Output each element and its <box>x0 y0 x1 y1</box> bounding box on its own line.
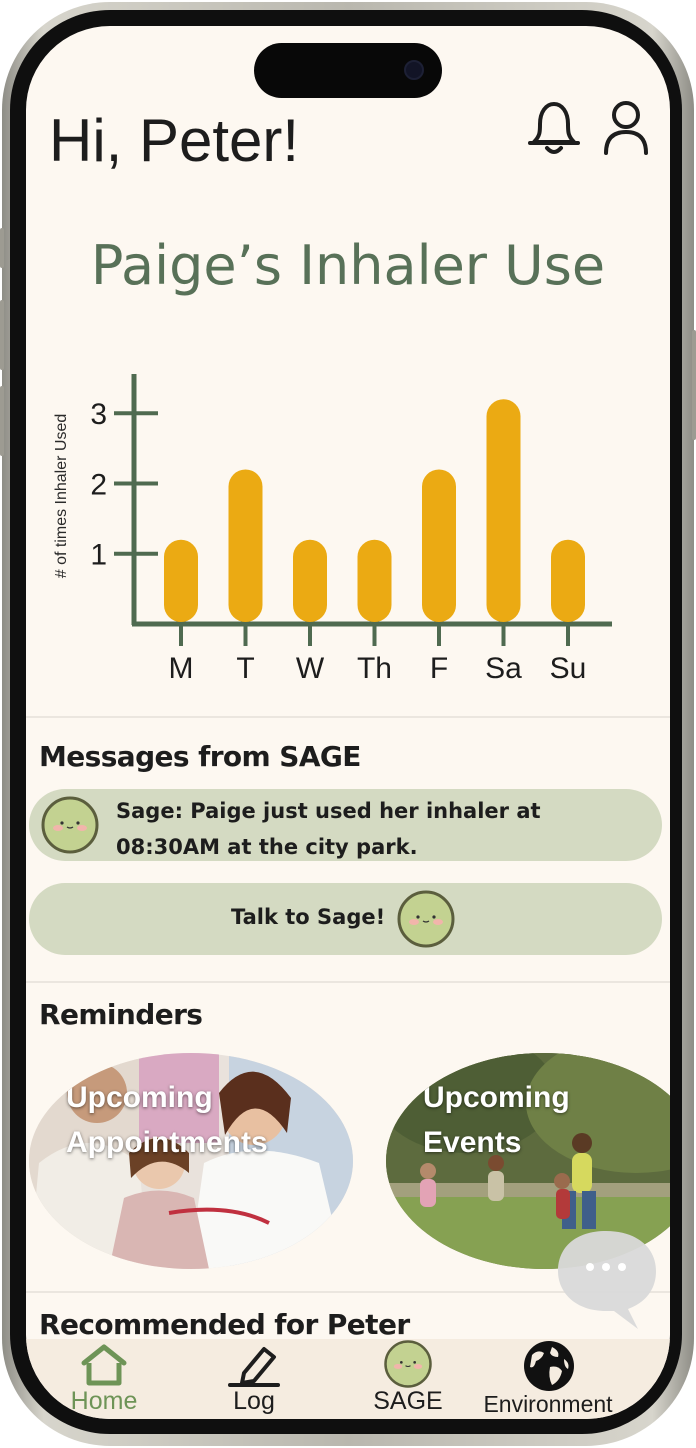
chat-bubble-icon[interactable] <box>556 1227 660 1338</box>
x-tick-label: F <box>430 652 448 685</box>
x-tick-label: M <box>169 652 194 685</box>
x-tick-label: Su <box>550 652 587 685</box>
divider <box>26 981 670 983</box>
nav-sage[interactable]: SAGE <box>358 1339 458 1419</box>
x-tick-label: T <box>236 652 254 685</box>
nav-home-label: Home <box>70 1387 138 1415</box>
appointments-label-line1: Upcoming <box>66 1081 213 1114</box>
x-tick-label: Th <box>357 652 392 685</box>
reminders-heading: Reminders <box>39 998 203 1031</box>
bell-icon[interactable] <box>526 98 582 163</box>
pencil-icon <box>228 1347 280 1387</box>
sage-avatar-icon <box>397 890 455 948</box>
y-tick-label: 2 <box>90 468 107 501</box>
divider <box>26 716 670 718</box>
nav-log-label: Log <box>233 1387 275 1415</box>
bar <box>486 399 521 622</box>
events-label-line1: Upcoming <box>423 1081 570 1114</box>
appointments-label: Upcoming Appointments <box>66 1075 268 1165</box>
sage-avatar-icon <box>384 1340 432 1388</box>
messages-heading: Messages from SAGE <box>39 740 361 773</box>
y-tick-label: 1 <box>90 539 107 572</box>
events-label: Upcoming Events <box>423 1075 570 1165</box>
side-button <box>692 330 696 440</box>
nav-log[interactable]: Log <box>204 1339 304 1419</box>
events-label-line2: Events <box>423 1126 522 1159</box>
bar <box>228 469 263 622</box>
greeting-title: Hi, Peter! <box>49 107 300 174</box>
x-tick-label: W <box>296 652 325 685</box>
recommended-heading: Recommended for Peter <box>39 1308 410 1341</box>
globe-icon <box>524 1341 574 1391</box>
nav-sage-label: SAGE <box>373 1387 443 1415</box>
side-button <box>0 228 4 268</box>
talk-to-sage-button[interactable]: Talk to Sage! <box>29 883 662 955</box>
bottom-nav: Home Log SAGE Environment <box>26 1339 670 1419</box>
bar <box>422 469 456 622</box>
x-tick-label: Sa <box>485 652 522 685</box>
talk-to-sage-label: Talk to Sage! <box>231 905 386 929</box>
camera-icon <box>404 60 424 80</box>
nav-home[interactable]: Home <box>54 1339 154 1419</box>
y-tick-label: 3 <box>90 398 107 431</box>
nav-environment-label: Environment <box>483 1391 613 1417</box>
sage-message[interactable]: Sage: Paige just used her inhaler at 08:… <box>29 789 662 861</box>
dynamic-island <box>254 43 442 98</box>
bar <box>357 539 392 622</box>
side-button <box>0 386 4 456</box>
message-text: Sage: Paige just used her inhaler at 08:… <box>116 799 541 859</box>
chart-title: Paige’s Inhaler Use <box>90 234 606 297</box>
side-button <box>0 300 4 370</box>
inhaler-chart: 1 2 3 M T W Th F Sa Su <box>90 374 612 685</box>
bar <box>293 539 327 622</box>
appointments-card[interactable]: Upcoming Appointments <box>29 1053 353 1269</box>
home-icon <box>81 1344 127 1386</box>
sage-avatar-icon <box>41 796 99 854</box>
appointments-label-line2: Appointments <box>66 1126 268 1159</box>
bar <box>164 539 198 622</box>
bar <box>551 539 585 622</box>
user-icon[interactable] <box>603 98 649 163</box>
nav-environment[interactable]: Environment <box>474 1339 622 1419</box>
screen: Hi, Peter! Paige’s Inhaler Use # of time… <box>26 26 670 1419</box>
